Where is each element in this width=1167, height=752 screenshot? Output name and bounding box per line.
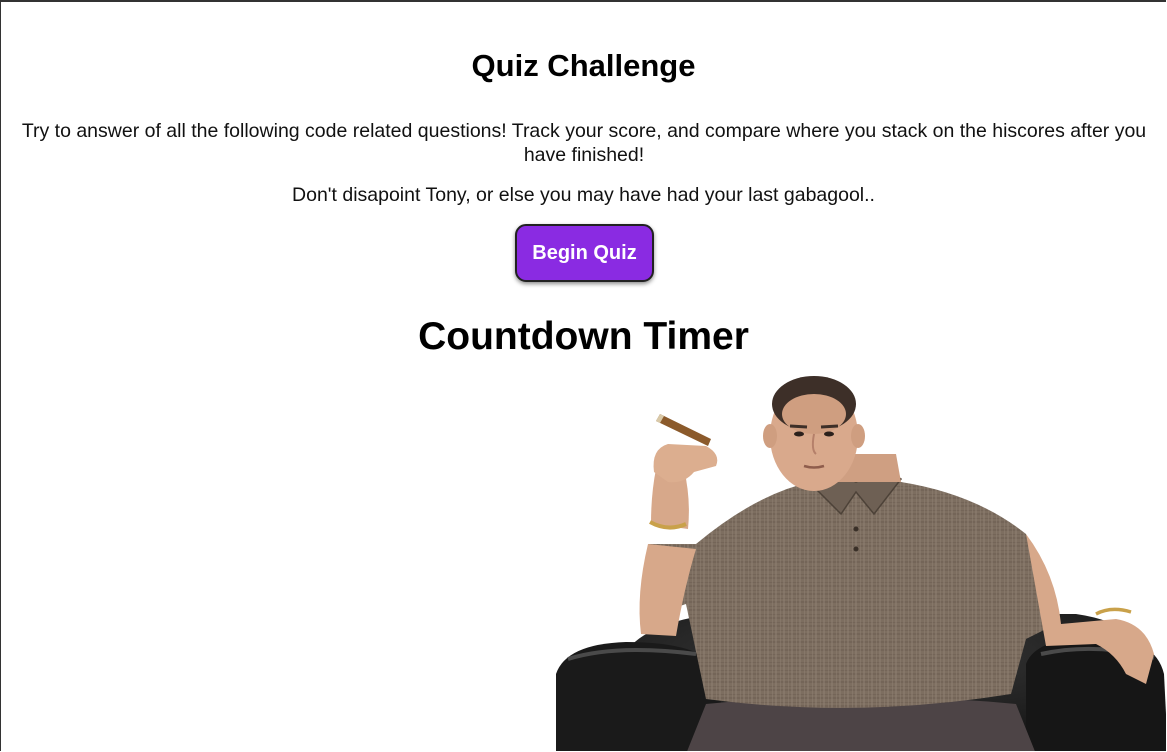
quiz-page: Quiz Challenge Try to answer of all the … <box>0 0 1166 751</box>
warning-text: Don't disapoint Tony, or else you may ha… <box>292 184 875 206</box>
intro-text: Try to answer of all the following code … <box>21 120 1147 166</box>
countdown-timer: Countdown Timer <box>418 315 749 358</box>
page-title: Quiz Challenge <box>471 48 696 83</box>
begin-quiz-button[interactable]: Begin Quiz <box>515 224 654 282</box>
character-image <box>556 376 1166 751</box>
